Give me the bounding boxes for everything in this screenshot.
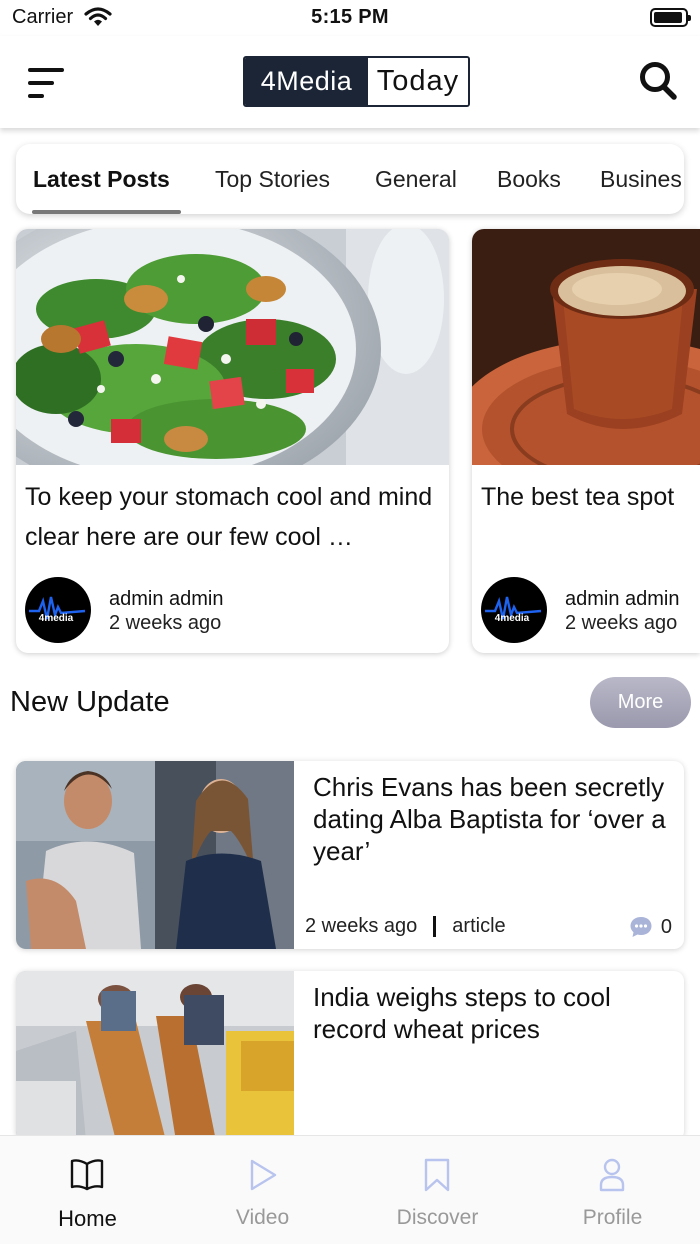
logo-right-text: Today [368,58,468,105]
menu-icon[interactable] [26,66,68,100]
tab-top-stories[interactable]: Top Stories [215,144,330,214]
author-avatar: 4media [481,577,547,643]
comment-count-value: 0 [660,915,672,938]
news-time: 2 weeks ago [305,915,418,937]
news-meta: 2 weeks ago article [305,915,506,938]
news-title: Chris Evans has been secretly dating Alb… [313,772,666,866]
nav-discover-label: Discover [396,1206,479,1229]
couple-photo [16,761,294,949]
nav-discover[interactable]: Discover [350,1136,525,1245]
news-title: India weighs steps to cool record wheat … [313,982,611,1044]
play-icon [250,1159,277,1191]
news-item[interactable]: India weighs steps to cool record wheat … [16,971,684,1141]
category-tabs: Latest Posts Top Stories General Books B… [16,144,684,214]
nav-video[interactable]: Video [175,1136,350,1245]
logo-left-text: 4Media [245,58,368,105]
brand-logo[interactable]: 4Media Today [243,56,470,107]
featured-card[interactable]: The best tea spot 4media admin admin 2 w… [472,229,700,653]
clock: 5:15 PM [311,6,389,28]
news-item[interactable]: Chris Evans has been secretly dating Alb… [16,761,684,949]
nav-profile-label: Profile [582,1206,643,1229]
nav-profile[interactable]: Profile [525,1136,700,1245]
bookmark-icon [424,1158,450,1192]
nav-video-label: Video [235,1206,290,1229]
featured-card-title: The best tea spot [481,483,675,511]
search-icon[interactable] [638,60,678,102]
nav-home-label: Home [58,1206,117,1231]
tea-cup-photo [472,229,700,465]
book-icon [70,1159,104,1191]
post-time: 2 weeks ago [565,612,678,634]
bottom-navigation: Home Video Discover Profile [0,1135,700,1244]
person-icon [599,1158,625,1192]
wheat-photo [16,971,294,1141]
comment-count[interactable]: 0 [629,915,672,939]
news-type: article [452,915,506,937]
tab-latest-posts[interactable]: Latest Posts [33,144,170,214]
more-button[interactable]: More [590,677,691,728]
tab-books[interactable]: Books [497,144,561,214]
status-bar: Carrier 5:15 PM [0,0,700,36]
avatar-text: 4media [39,613,74,624]
tab-general[interactable]: General [375,144,457,214]
nav-home[interactable]: Home [0,1136,175,1245]
featured-card-title: To keep your stomach cool and mind clear… [25,483,433,551]
section-title: New Update [10,686,170,718]
author-name: admin admin [109,588,224,610]
featured-card[interactable]: To keep your stomach cool and mind clear… [16,229,449,653]
tab-business[interactable]: Busines [600,144,682,214]
comment-icon [630,917,652,937]
meta-divider [433,916,437,937]
post-time: 2 weeks ago [109,612,222,634]
author-name: admin admin [565,588,680,610]
active-tab-indicator [32,210,181,214]
salad-photo [16,229,449,465]
battery-icon [650,8,691,27]
avatar-text: 4media [495,613,530,624]
author-avatar: 4media [25,577,91,643]
app-header: 4Media Today [0,36,700,128]
